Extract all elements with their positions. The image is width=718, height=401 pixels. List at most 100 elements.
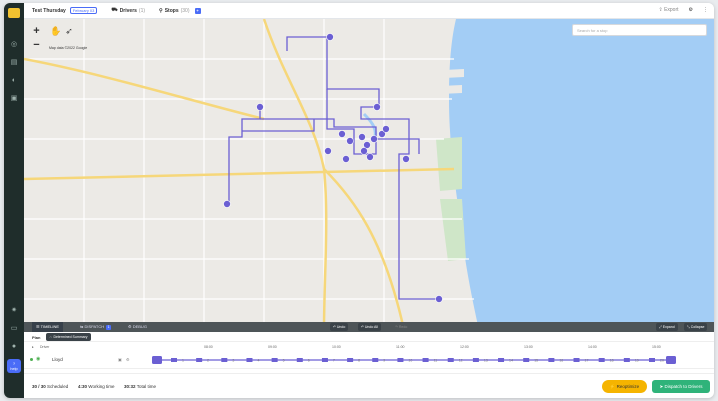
timeline-stop-label: 19: [635, 359, 639, 363]
timeline-stop-label: 8: [358, 359, 360, 363]
timeline-stop-label: 20: [660, 359, 664, 363]
dispatch-button[interactable]: ➤ Dispatch to Drivers: [652, 380, 710, 393]
timeline-stop-label: 9: [383, 359, 385, 363]
drivers-tab[interactable]: ⛟ Drivers (1): [111, 7, 145, 14]
scheduled-value: 30 / 30: [32, 384, 46, 389]
settings-icon[interactable]: ✷: [10, 307, 18, 314]
lake-michigan: [449, 19, 714, 330]
map-canvas[interactable]: [24, 19, 714, 330]
timeline-stop[interactable]: [296, 358, 303, 362]
collapse-button[interactable]: ⤡ Collapse: [684, 323, 708, 331]
timeline-stop[interactable]: [372, 358, 379, 362]
expand-all-icon[interactable]: ▸: [32, 345, 34, 349]
timeline-stop[interactable]: [321, 358, 328, 362]
app-logo[interactable]: [8, 8, 20, 18]
stops-icon[interactable]: ▤: [10, 59, 18, 66]
timeline-stop[interactable]: [246, 358, 253, 362]
header-col-1: 08:00: [204, 345, 213, 349]
user-icon[interactable]: ●: [10, 343, 18, 350]
total-time-label: Total time: [136, 384, 156, 389]
timeline-stop-label: 12: [459, 359, 463, 363]
reoptimize-button[interactable]: ⚡ Reoptimize: [602, 380, 647, 393]
timeline-stop[interactable]: [649, 358, 655, 362]
footer-bar: 30 / 30 Scheduled 4:30 Working time 30:3…: [24, 373, 714, 398]
help-button[interactable]: ? help: [7, 359, 21, 373]
header-col-8: 15:00: [652, 345, 661, 349]
header-col-7: 14:00: [588, 345, 597, 349]
routes-icon[interactable]: ◎: [10, 41, 18, 48]
zoom-out-button[interactable]: −: [30, 38, 43, 52]
tab-timeline[interactable]: ☰ TIMELINE: [32, 322, 64, 332]
undo-button[interactable]: ↶ Undo: [330, 323, 349, 331]
timeline-stop-label: 10: [408, 359, 412, 363]
plan-title[interactable]: Test Thursday: [32, 8, 66, 14]
export-label: Export: [664, 7, 679, 13]
timeline-stop[interactable]: [397, 358, 404, 362]
export-button[interactable]: ⇪ Export: [658, 7, 678, 13]
plan-row: Plan ⇔ Determined Summary: [24, 332, 714, 342]
expand-button[interactable]: ⤢ Expand: [656, 323, 678, 331]
plan-label: Plan: [32, 335, 41, 340]
collapse-label: Collapse: [690, 325, 705, 329]
hand-icon[interactable]: ✋: [50, 26, 61, 37]
driver-status-dot: [30, 358, 33, 361]
more-icon[interactable]: ⋮: [703, 7, 708, 13]
total-time-stat: 30:32 Total time: [124, 384, 156, 389]
timeline-stop-label: 11: [434, 359, 438, 363]
depot-start[interactable]: [152, 356, 162, 364]
timeline-stop-label: 14: [509, 359, 513, 363]
stops-tab[interactable]: ⚲ Stops (30) +: [159, 7, 201, 14]
header-col-4: 11:00: [396, 345, 405, 349]
total-time-value: 30:32: [124, 384, 136, 389]
timeline-stop[interactable]: [573, 358, 580, 362]
map-tools: ✋ ➶: [50, 26, 73, 37]
zoom-in-button[interactable]: +: [30, 24, 43, 38]
summary-button[interactable]: ⇔ Determined Summary: [46, 333, 91, 341]
working-time-value: 4:30: [78, 384, 88, 389]
tab-debug[interactable]: ⚙ DEBUG: [124, 322, 151, 332]
notes-icon[interactable]: ▭: [10, 325, 18, 332]
timeline-stop[interactable]: [347, 358, 354, 362]
timeline-stop-label: 3: [232, 359, 234, 363]
driver-timeline[interactable]: 1 2 3 4 5 6 7 8 9 10 11 12 13 14 15 16 17 18 19 20: [152, 355, 676, 365]
timeline-stop[interactable]: [623, 358, 630, 362]
stop-search-input[interactable]: Search for a stop: [572, 24, 707, 36]
timeline-stop[interactable]: [447, 358, 454, 362]
timeline-stop[interactable]: [271, 358, 278, 362]
timeline-stop[interactable]: [171, 358, 177, 362]
timeline-stop[interactable]: [523, 358, 530, 362]
dispatch-badge: 1: [106, 325, 112, 330]
add-stop-button[interactable]: +: [194, 7, 201, 14]
visibility-icon[interactable]: ◉: [36, 356, 40, 362]
undo-all-button[interactable]: ↶ Undo All: [358, 323, 381, 331]
lasso-icon[interactable]: ➶: [65, 26, 73, 37]
timeline-stop-label: 1: [182, 359, 184, 363]
gear-icon[interactable]: ⚙: [689, 7, 693, 13]
depot-end[interactable]: [666, 356, 676, 364]
working-time-stat: 4:30 Working time: [78, 384, 114, 389]
drivers-label: Drivers: [119, 7, 137, 14]
timeline-stop[interactable]: [422, 358, 429, 362]
lock-icon[interactable]: ▣: [10, 95, 18, 102]
timeline-stop-label: 5: [283, 359, 285, 363]
lock-icon[interactable]: ▣: [118, 357, 122, 362]
settings-icon[interactable]: ⚙: [126, 357, 130, 362]
redo-label: Redo: [398, 325, 408, 329]
route-map[interactable]: + − ✋ ➶ Map data ©2022 Google Search for…: [24, 19, 714, 330]
timeline-stop-label: 4: [257, 359, 259, 363]
timeline-stop[interactable]: [498, 358, 505, 362]
pin-icon: ⚲: [159, 7, 163, 14]
drivers-icon[interactable]: ◐: [10, 77, 18, 84]
date-chip[interactable]: February 03: [69, 7, 98, 14]
timeline-stop[interactable]: [548, 358, 555, 362]
timeline-stop[interactable]: [598, 358, 605, 362]
stops-label: Stops: [164, 7, 179, 14]
undo-all-label: Undo All: [364, 325, 378, 329]
timeline-stop[interactable]: [221, 358, 228, 362]
timeline-stop[interactable]: [196, 358, 203, 362]
tab-dispatch[interactable]: ⇆ DISPATCH 1: [76, 322, 115, 332]
redo-button[interactable]: ↷ Redo: [392, 323, 410, 331]
driver-row[interactable]: ◉ Lloyd ▣ ⚙ 1 2 3 4 5 6 7 8 9 10 11 12 13 14 15 16 17 18 1…: [24, 351, 714, 369]
zoom-control: + −: [30, 24, 43, 52]
timeline-stop[interactable]: [472, 358, 479, 362]
